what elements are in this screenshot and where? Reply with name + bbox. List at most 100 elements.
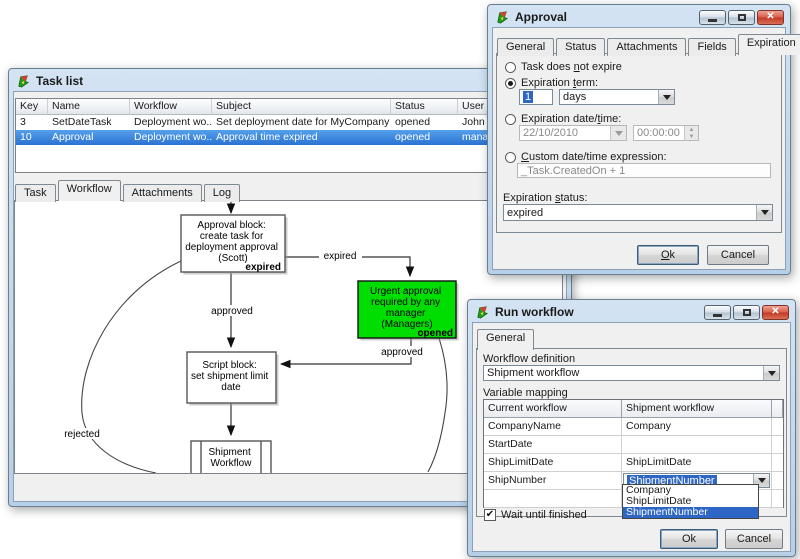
radio-expiration-term[interactable]: Expiration term:: [505, 77, 598, 89]
urgent-node-status: opened: [417, 328, 453, 339]
edge-label-approved-1: approved: [211, 306, 253, 317]
cancel-button[interactable]: Cancel: [725, 529, 783, 549]
col-workflow[interactable]: Workflow: [130, 99, 212, 115]
expiration-date-value: 22/10/2010: [520, 127, 610, 139]
tab-fields[interactable]: Fields: [688, 38, 735, 56]
tab-expiration[interactable]: Expiration: [738, 34, 800, 55]
radio-circle-selected: [505, 78, 516, 89]
task-table: Key Name Workflow Subject Status User 3 …: [15, 98, 563, 173]
tab-general[interactable]: General: [497, 38, 554, 56]
spinner-buttons: ▲▼: [684, 126, 698, 140]
expiration-status-combobox[interactable]: expired: [503, 204, 773, 221]
approval-titlebar[interactable]: Approval ✕: [492, 5, 786, 27]
run-workflow-titlebar[interactable]: Run workflow ✕: [472, 300, 791, 322]
shipment-node-label: Shipment Workflow: [208, 447, 253, 469]
col-status[interactable]: Status: [391, 99, 458, 115]
cell-name: SetDateTask: [48, 115, 130, 130]
radio-circle: [505, 114, 516, 125]
radio-custom-expression[interactable]: Custom date/time expression:: [505, 151, 667, 163]
wait-until-finished-checkbox[interactable]: ✔ Wait until finished: [484, 509, 587, 521]
radio-label: Expiration date/time:: [521, 113, 621, 125]
cell-name: Approval: [48, 130, 130, 145]
chevron-down-icon: [768, 371, 776, 380]
close-icon: ✕: [766, 12, 774, 22]
workflow-definition-combobox[interactable]: Shipment workflow: [483, 365, 780, 381]
close-button[interactable]: ✕: [757, 10, 784, 25]
target-variable-dropdown-list: Company ShipLimitDate ShipmentNumber: [622, 484, 759, 519]
tab-attachments2[interactable]: Attachments: [607, 38, 686, 56]
radio-expiration-datetime[interactable]: Expiration date/time:: [505, 113, 621, 125]
cell-current: StartDate: [484, 436, 622, 454]
tab-task[interactable]: Task: [15, 184, 56, 202]
tab-status[interactable]: Status: [556, 38, 605, 56]
col-current-workflow[interactable]: Current workflow: [484, 400, 622, 418]
mapping-table-header: Current workflow Shipment workflow: [484, 400, 783, 418]
custom-expression-value: _Task.CreatedOn + 1: [521, 165, 625, 177]
approval-client: General Status Attachments Fields Expira…: [492, 27, 786, 270]
term-unit-value: days: [560, 91, 658, 103]
cell-target: [622, 436, 772, 454]
tab-general-run[interactable]: General: [477, 329, 534, 350]
run-workflow-title: Run workflow: [495, 305, 574, 319]
chevron-down-icon: [761, 210, 769, 219]
radio-task-does-not-expire[interactable]: Task does not expire: [505, 61, 622, 73]
dropdown-button[interactable]: [756, 205, 772, 220]
maximize-button[interactable]: [733, 305, 760, 320]
ok-button[interactable]: Ok: [660, 529, 718, 549]
cell-key: 10: [16, 130, 48, 145]
tab-log[interactable]: Log: [204, 184, 240, 202]
col-key[interactable]: Key: [16, 99, 48, 115]
cancel-button[interactable]: Cancel: [707, 245, 769, 265]
edge-label-expired: expired: [324, 251, 357, 262]
term-value-input[interactable]: 1: [519, 89, 553, 105]
dropdown-button[interactable]: [763, 366, 779, 380]
cell-key: 3: [16, 115, 48, 130]
chevron-down-icon: [615, 131, 623, 140]
cell-target: ShipLimitDate: [622, 454, 772, 472]
dropdown-button[interactable]: [658, 90, 674, 104]
mapping-row[interactable]: CompanyName Company: [484, 418, 783, 436]
tab-workflow[interactable]: Workflow: [58, 180, 121, 201]
minimize-button[interactable]: [704, 305, 731, 320]
col-name[interactable]: Name: [48, 99, 130, 115]
maximize-button[interactable]: [728, 10, 755, 25]
ok-button[interactable]: Ok: [637, 245, 699, 265]
col-shipment-workflow[interactable]: Shipment workflow: [622, 400, 772, 418]
expiration-status-label: Expiration status:: [503, 192, 587, 204]
term-unit-combobox[interactable]: days: [559, 89, 675, 105]
screen: Task list Key Name Workflow Subject Stat…: [0, 0, 800, 559]
caption-buttons: ✕: [704, 305, 789, 320]
task-table-header: Key Name Workflow Subject Status User: [16, 99, 562, 115]
edge-rejected: [82, 261, 181, 473]
cell-subject: Set deployment date for MyCompany Inc.: [212, 115, 391, 130]
dropdown-item-highlighted[interactable]: ShipmentNumber: [623, 507, 758, 518]
wait-label: Wait until finished: [501, 509, 587, 521]
spin-down-icon: ▼: [685, 133, 698, 140]
expiration-time-value: 00:00:00: [637, 127, 684, 139]
run-workflow-client: General Workflow definition Shipment wor…: [472, 322, 791, 552]
mapping-row[interactable]: StartDate: [484, 436, 783, 454]
cell-current: ShipLimitDate: [484, 454, 622, 472]
edge-label-approved-2: approved: [381, 347, 423, 358]
radio-label: Custom date/time expression:: [521, 151, 667, 163]
col-spacer: [772, 400, 783, 418]
tab-attachments[interactable]: Attachments: [123, 184, 202, 202]
minimize-button[interactable]: [699, 10, 726, 25]
spin-up-icon: ▲: [685, 126, 698, 133]
expiration-date-combobox: 22/10/2010: [519, 125, 627, 141]
approval-title: Approval: [515, 10, 567, 24]
task-list-titlebar[interactable]: Task list: [13, 69, 567, 91]
table-row-selected[interactable]: 10 Approval Deployment wo... Approval ti…: [16, 130, 562, 145]
cell-subject: Approval time expired: [212, 130, 391, 145]
table-row[interactable]: 3 SetDateTask Deployment wo... Set deplo…: [16, 115, 562, 130]
close-icon: ✕: [771, 307, 779, 317]
col-subject[interactable]: Subject: [212, 99, 391, 115]
approval-tabstrip: General Status Attachments Fields Expira…: [497, 32, 800, 54]
close-button[interactable]: ✕: [762, 305, 789, 320]
run-tabstrip: General: [477, 327, 536, 349]
maximize-icon: [743, 309, 751, 316]
ok-label: Ok: [661, 249, 675, 261]
mapping-row[interactable]: ShipLimitDate ShipLimitDate: [484, 454, 783, 472]
cell-spacer: [772, 454, 783, 472]
task-tabstrip: Task Workflow Attachments Log: [15, 178, 242, 200]
